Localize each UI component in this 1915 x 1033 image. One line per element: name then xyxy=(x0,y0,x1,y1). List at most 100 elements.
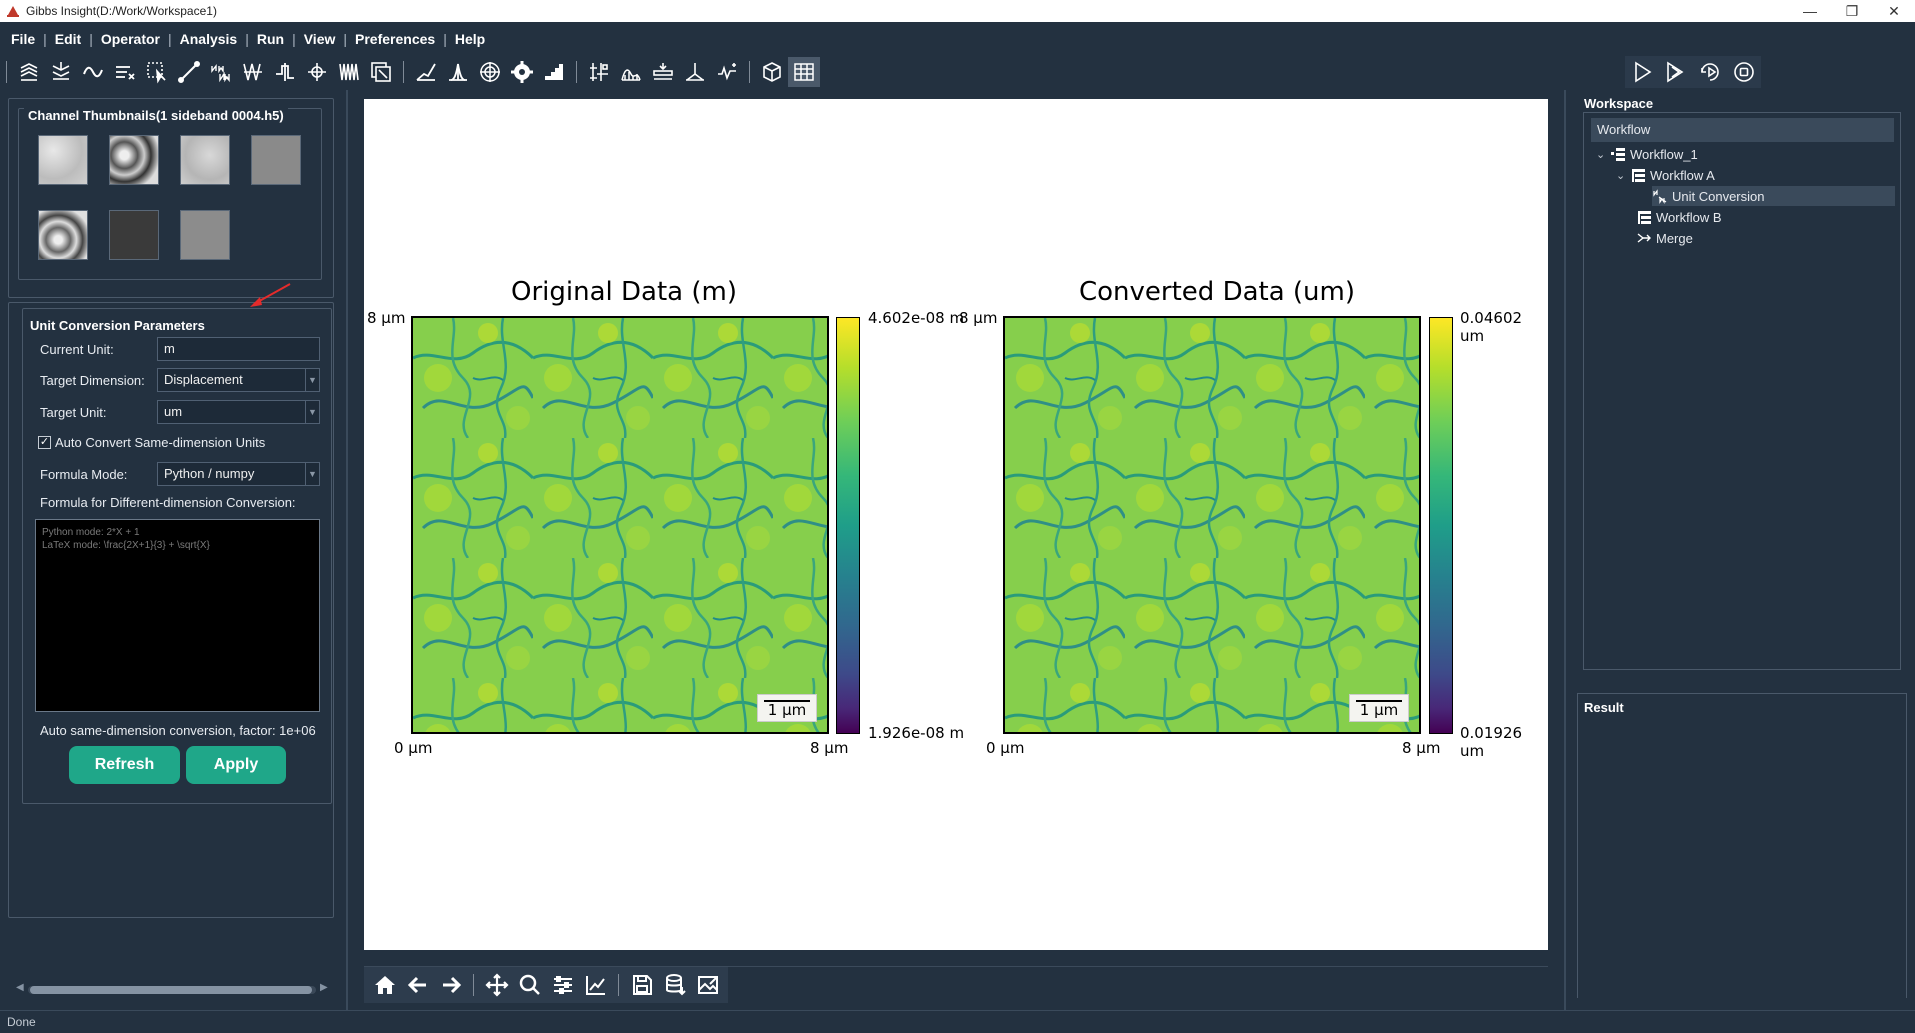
channel-thumbnail-7[interactable] xyxy=(180,210,230,260)
save-icon[interactable] xyxy=(625,970,658,1000)
tree-item-workflow-1[interactable]: ⌄ Workflow_1 xyxy=(1596,144,1698,164)
menu-separator: | xyxy=(343,31,348,47)
export-data-icon[interactable] xyxy=(658,970,691,1000)
run-toolbar xyxy=(1625,56,1761,88)
channel-thumbnail-4[interactable] xyxy=(251,135,301,185)
menu-preferences[interactable]: Preferences xyxy=(350,31,440,47)
edit-axes-icon[interactable] xyxy=(579,970,612,1000)
scroll-left-icon[interactable]: ◀ xyxy=(16,982,24,993)
close-button[interactable]: ✕ xyxy=(1873,0,1915,22)
cube-icon[interactable] xyxy=(756,57,788,87)
toolbar-separator xyxy=(403,61,404,83)
rerun-icon[interactable] xyxy=(1693,57,1727,87)
target-unit-label: Target Unit: xyxy=(40,405,107,420)
line-icon[interactable] xyxy=(173,57,205,87)
tree-item-workflow-b[interactable]: Workflow B xyxy=(1636,207,1722,227)
chevron-down-icon: ▼ xyxy=(305,401,319,423)
expand-chevron-icon[interactable]: ⌄ xyxy=(1596,148,1610,161)
left-image[interactable]: 1 µm xyxy=(411,316,829,734)
workflow-header[interactable]: Workflow xyxy=(1591,118,1894,142)
back-icon[interactable] xyxy=(401,970,434,1000)
import-icon[interactable] xyxy=(45,57,77,87)
profile-icon[interactable] xyxy=(615,57,647,87)
stack-icon[interactable] xyxy=(13,57,45,87)
scrollbar-thumb[interactable] xyxy=(30,986,312,994)
toolbar-separator xyxy=(618,974,619,996)
target-dimension-select[interactable]: Displacement ▼ xyxy=(157,368,320,392)
left-splitter[interactable] xyxy=(342,90,352,1010)
configure-icon[interactable] xyxy=(546,970,579,1000)
step-icon[interactable] xyxy=(269,57,301,87)
formula-label: Formula for Different-dimension Conversi… xyxy=(40,495,296,510)
target-icon[interactable] xyxy=(474,57,506,87)
menu-help[interactable]: Help xyxy=(450,31,490,47)
run-step-icon[interactable] xyxy=(1659,57,1693,87)
menu-bar: File | Edit | Operator | Analysis | Run … xyxy=(0,22,1915,56)
left-plot-y-top: 8 µm xyxy=(367,309,406,327)
scalebar-line xyxy=(764,700,810,702)
tree-label: Merge xyxy=(1656,230,1693,246)
nm-icon[interactable] xyxy=(205,57,237,87)
smooth-icon[interactable] xyxy=(77,57,109,87)
crop-icon[interactable] xyxy=(365,57,397,87)
channel-thumbnail-5[interactable] xyxy=(38,210,88,260)
formula-mode-select[interactable]: Python / numpy ▼ xyxy=(157,462,320,486)
channel-thumbnail-6[interactable] xyxy=(109,210,159,260)
layer-icon[interactable] xyxy=(647,57,679,87)
zoom-icon[interactable] xyxy=(513,970,546,1000)
filter-icon[interactable] xyxy=(109,57,141,87)
export-image-icon[interactable] xyxy=(691,970,724,1000)
tree-item-merge[interactable]: Merge xyxy=(1636,228,1693,248)
forward-icon[interactable] xyxy=(434,970,467,1000)
refresh-button[interactable]: Refresh xyxy=(69,746,180,784)
run-icon[interactable] xyxy=(1625,57,1659,87)
formula-textarea[interactable]: Python mode: 2*X + 1 LaTeX mode: \frac{2… xyxy=(35,519,320,712)
expand-chevron-icon[interactable]: ⌄ xyxy=(1616,169,1630,182)
table-icon[interactable] xyxy=(788,57,820,87)
stairs-icon[interactable] xyxy=(538,57,570,87)
channel-thumbnail-3[interactable] xyxy=(180,135,230,185)
menu-edit[interactable]: Edit xyxy=(50,31,86,47)
spectrum-icon[interactable] xyxy=(679,57,711,87)
auto-convert-checkbox[interactable]: ✓ xyxy=(38,436,51,449)
left-scalebar: 1 µm xyxy=(757,694,817,722)
channel-thumbnail-2[interactable] xyxy=(109,135,159,185)
current-unit-field[interactable]: m xyxy=(157,337,320,361)
left-plot-x-left: 0 µm xyxy=(394,739,433,757)
chevron-down-icon: ▼ xyxy=(305,369,319,391)
pan-icon[interactable] xyxy=(480,970,513,1000)
gear-icon[interactable] xyxy=(506,57,538,87)
restore-button[interactable]: ❐ xyxy=(1831,0,1873,22)
select-icon[interactable] xyxy=(141,57,173,87)
fft-icon[interactable] xyxy=(237,57,269,87)
channel-thumbnail-1[interactable] xyxy=(38,135,88,185)
menu-separator: | xyxy=(443,31,447,47)
right-image[interactable]: 1 µm xyxy=(1003,316,1421,734)
menu-file[interactable]: File xyxy=(6,31,40,47)
menu-view[interactable]: View xyxy=(299,31,341,47)
menu-analysis[interactable]: Analysis xyxy=(175,31,243,47)
menu-operator[interactable]: Operator xyxy=(96,31,165,47)
tree-label: Unit Conversion xyxy=(1672,188,1765,204)
home-icon[interactable] xyxy=(368,970,401,1000)
annotation-arrow-icon xyxy=(250,283,291,307)
stop-icon[interactable] xyxy=(1727,57,1761,87)
left-panel-scrollbar[interactable]: ◀ ▶ xyxy=(16,982,328,996)
peak-icon[interactable] xyxy=(301,57,333,87)
target-dimension-value: Displacement xyxy=(164,372,243,387)
tree-item-workflow-a[interactable]: ⌄ Workflow A xyxy=(1616,165,1715,185)
flow-icon[interactable] xyxy=(711,57,743,87)
apply-button[interactable]: Apply xyxy=(186,746,286,784)
tree-item-unit-conversion[interactable]: Unit Conversion xyxy=(1652,186,1895,206)
right-splitter[interactable] xyxy=(1560,90,1570,1010)
minimize-button[interactable]: — xyxy=(1789,0,1831,22)
target-unit-select[interactable]: um ▼ xyxy=(157,400,320,424)
menu-run[interactable]: Run xyxy=(252,31,289,47)
right-plot-x-right: 8 µm xyxy=(1402,739,1441,757)
scroll-right-icon[interactable]: ▶ xyxy=(320,982,328,993)
curve-icon[interactable] xyxy=(410,57,442,87)
histogram-icon[interactable] xyxy=(442,57,474,87)
wave-icon[interactable] xyxy=(333,57,365,87)
plot-canvas[interactable]: Original Data (m) 8 µm 1 µm 0 µm 8 µm 4.… xyxy=(364,99,1548,950)
grid-icon[interactable] xyxy=(583,57,615,87)
